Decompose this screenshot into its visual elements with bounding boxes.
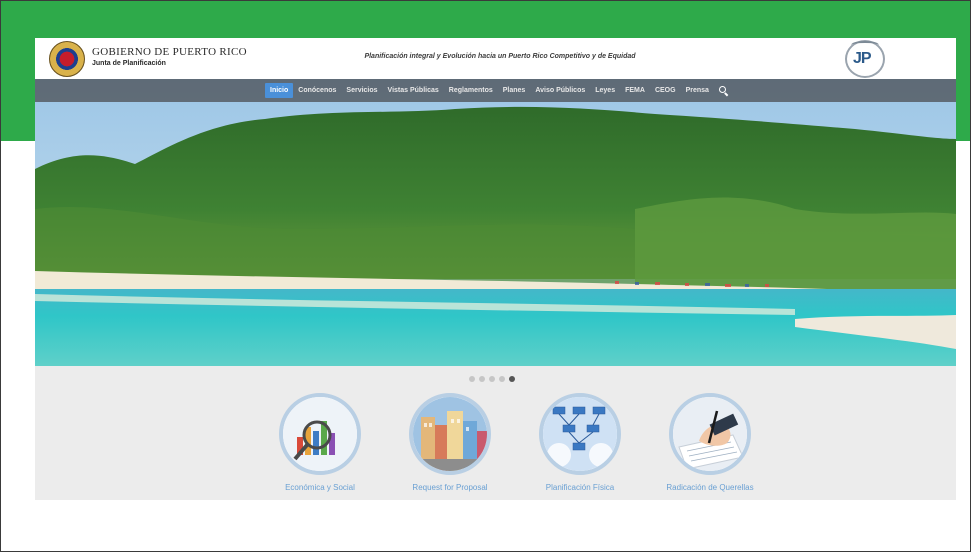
carousel-dot[interactable] <box>479 376 485 382</box>
card-label[interactable]: Económica y Social <box>255 483 385 492</box>
economics-chart-graphic <box>283 397 357 471</box>
nav-item-leyes[interactable]: Leyes <box>590 83 620 98</box>
search-icon-handle <box>724 91 729 96</box>
carousel-indicators <box>469 376 515 382</box>
city-street-image[interactable] <box>409 393 491 475</box>
logo-arc <box>851 41 879 49</box>
carousel-dot[interactable] <box>489 376 495 382</box>
agency-subtitle: Junta de Planificación <box>92 60 166 67</box>
search-icon[interactable] <box>718 85 730 97</box>
card-radicacion-querellas[interactable]: Radicación de Querellas <box>645 393 775 492</box>
nav-items: Inicio Conócenos Servicios Vistas Públic… <box>265 83 730 98</box>
beach-landscape <box>35 79 956 366</box>
writing-hand-image[interactable] <box>669 393 751 475</box>
service-cards: Económica y Social Request for Proposal … <box>255 393 775 492</box>
nav-item-prensa[interactable]: Prensa <box>681 83 714 98</box>
card-label[interactable]: Planificación Física <box>515 483 645 492</box>
logo-text: JP <box>853 50 872 67</box>
nav-item-inicio[interactable]: Inicio <box>265 83 294 98</box>
nav-item-aviso-publicos[interactable]: Aviso Públicos <box>530 83 590 98</box>
carousel-dot-active[interactable] <box>509 376 515 382</box>
card-label[interactable]: Request for Proposal <box>385 483 515 492</box>
card-economica-social[interactable]: Económica y Social <box>255 393 385 492</box>
jp-logo-icon[interactable]: JP <box>845 40 885 78</box>
services-section: Económica y Social Request for Proposal … <box>35 366 956 500</box>
nav-item-fema[interactable]: FEMA <box>620 83 650 98</box>
government-seal-icon[interactable] <box>49 41 85 77</box>
card-label[interactable]: Radicación de Querellas <box>645 483 775 492</box>
flowchart-image[interactable] <box>539 393 621 475</box>
nav-item-ceog[interactable]: CEOG <box>650 83 681 98</box>
government-title[interactable]: GOBIERNO DE PUERTO RICO <box>92 46 247 58</box>
city-street-graphic <box>413 397 487 471</box>
nav-item-planes[interactable]: Planes <box>498 83 531 98</box>
flowchart-graphic <box>543 397 617 471</box>
site-tagline: Planificación integral y Evolución hacia… <box>364 53 636 60</box>
economics-chart-image[interactable] <box>279 393 361 475</box>
carousel-dot[interactable] <box>499 376 505 382</box>
main-navigation: Inicio Conócenos Servicios Vistas Públic… <box>35 79 956 102</box>
card-planificacion-fisica[interactable]: Planificación Física <box>515 393 645 492</box>
website: GOBIERNO DE PUERTO RICO Junta de Planifi… <box>35 38 956 500</box>
nav-item-servicios[interactable]: Servicios <box>341 83 382 98</box>
card-request-for-proposal[interactable]: Request for Proposal <box>385 393 515 492</box>
site-header: GOBIERNO DE PUERTO RICO Junta de Planifi… <box>35 38 956 79</box>
nav-item-conocenos[interactable]: Conócenos <box>293 83 341 98</box>
writing-hand-graphic <box>673 397 747 471</box>
nav-item-vistas-publicas[interactable]: Vistas Públicas <box>383 83 444 98</box>
nav-item-reglamentos[interactable]: Reglamentos <box>444 83 498 98</box>
hero-slideshow-image <box>35 79 956 366</box>
carousel-dot[interactable] <box>469 376 475 382</box>
